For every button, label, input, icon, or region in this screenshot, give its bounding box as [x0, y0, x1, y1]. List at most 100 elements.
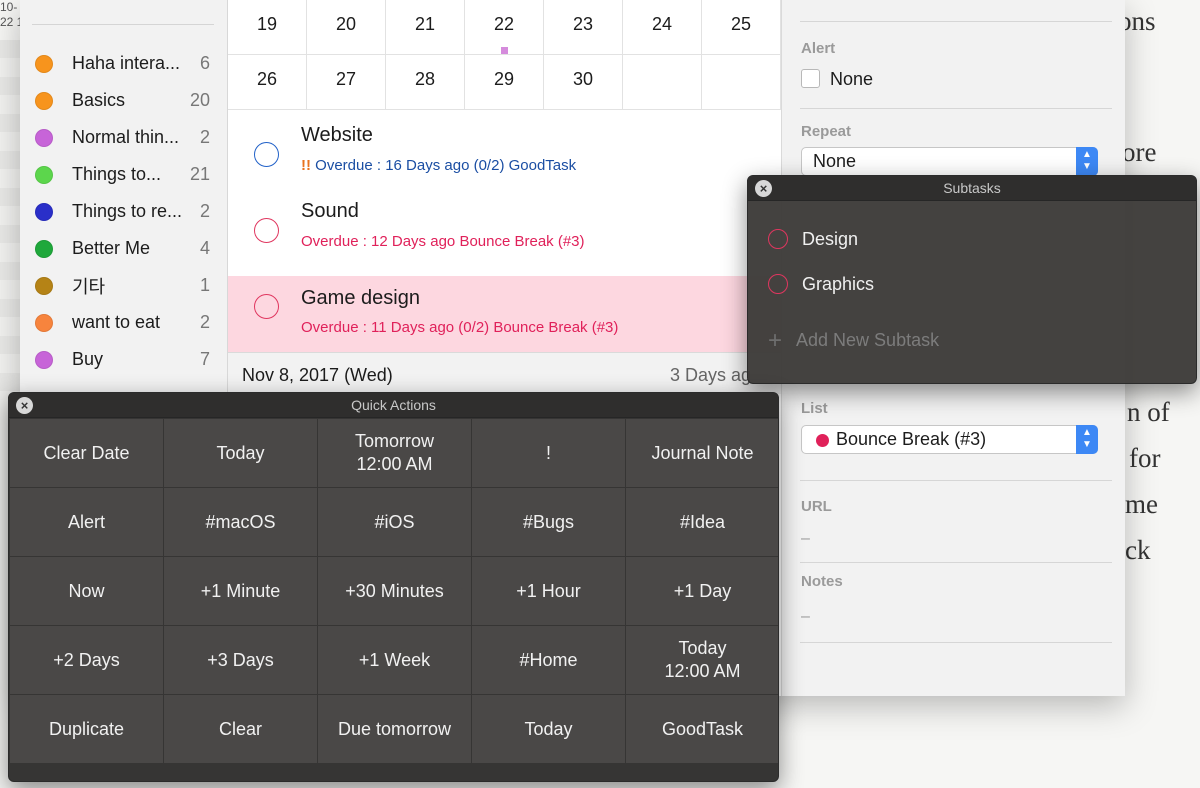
sidebar-item-label: Haha intera... [72, 53, 181, 73]
calendar-day[interactable]: 19 [228, 0, 307, 55]
quick-action-button[interactable]: +2 Days [10, 626, 163, 694]
calendar-day[interactable]: 23 [544, 0, 623, 55]
quick-action-button[interactable]: +30 Minutes [318, 557, 471, 625]
calendar-day[interactable]: 21 [386, 0, 465, 55]
background-text: ore [1122, 137, 1157, 167]
close-icon[interactable]: × [755, 180, 772, 197]
quick-action-button[interactable]: Now [10, 557, 163, 625]
sidebar-item[interactable]: 기타 1 [20, 267, 228, 304]
quick-action-button[interactable]: ! [472, 419, 625, 487]
sidebar-item[interactable]: Better Me 4 [20, 230, 228, 267]
sidebar-item[interactable]: Basics 20 [20, 82, 228, 119]
calendar-day[interactable]: 28 [386, 55, 465, 110]
quick-action-button[interactable]: Today [472, 695, 625, 763]
task-due-text: Overdue : 12 Days ago [301, 233, 456, 250]
calendar-day[interactable] [702, 55, 781, 110]
repeat-select[interactable]: None ▲ ▼ [801, 147, 1098, 176]
calendar-day[interactable]: 27 [307, 55, 386, 110]
alert-checkbox[interactable] [801, 69, 820, 88]
sidebar: Haha intera... 6 Basics 20 Normal thin... 2 Th… [20, 0, 228, 400]
background-text: me [1125, 489, 1158, 519]
list-color-dot [816, 434, 829, 447]
task-due-text: Overdue : 11 Days ago (0/2) [301, 319, 490, 336]
quick-action-button[interactable]: #macOS [164, 488, 317, 556]
quick-action-button[interactable]: +1 Minute [164, 557, 317, 625]
add-subtask-field[interactable]: + Add New Subtask [768, 328, 940, 352]
sidebar-item-label: want to eat [72, 312, 161, 332]
quick-action-button[interactable]: #Idea [626, 488, 778, 556]
quick-action-button[interactable]: Clear [164, 695, 317, 763]
quick-action-button[interactable]: #Bugs [472, 488, 625, 556]
task-meta: Overdue : 12 Days ago Bounce Break (#3) [301, 233, 585, 250]
task-complete-checkbox[interactable] [254, 218, 279, 243]
sidebar-item-label: Better Me [72, 238, 151, 258]
close-icon[interactable]: × [16, 397, 33, 414]
list-select[interactable]: Bounce Break (#3) ▲ ▼ [801, 425, 1098, 454]
url-label: URL [801, 498, 832, 515]
calendar-day[interactable]: 20 [307, 0, 386, 55]
quick-action-button[interactable]: Clear Date [10, 419, 163, 487]
quick-action-button[interactable]: +1 Hour [472, 557, 625, 625]
quick-action-button[interactable]: #Home [472, 626, 625, 694]
subtask-checkbox[interactable] [768, 229, 788, 249]
task-complete-checkbox[interactable] [254, 294, 279, 319]
quick-action-button[interactable]: Due tomorrow [318, 695, 471, 763]
task-due-text: Overdue : 16 Days ago (0/2) [315, 157, 505, 174]
notes-label: Notes [801, 573, 843, 590]
quick-action-button[interactable]: Tomorrow 12:00 AM [318, 419, 471, 487]
task-list-name: Bounce Break (#3) [459, 233, 585, 250]
detail-divider [800, 108, 1112, 109]
sidebar-item[interactable]: Buy 7 [20, 341, 228, 378]
calendar-day[interactable]: 25 [702, 0, 781, 55]
sidebar-item-count: 2 [199, 127, 210, 147]
quick-actions-panel: Quick Actions × Clear Date Today Tomorrow … [8, 392, 779, 782]
repeat-select-value: None [813, 151, 857, 171]
quick-action-button[interactable]: Duplicate [10, 695, 163, 763]
quick-action-button[interactable]: +3 Days [164, 626, 317, 694]
background-text: n of [1127, 397, 1170, 427]
task-row-selected[interactable]: Game design Overdue : 11 Days ago (0/2) … [228, 276, 781, 352]
subtask-label: Graphics [802, 273, 875, 294]
notes-value[interactable]: – [801, 608, 810, 626]
subtask-label: Design [802, 228, 859, 249]
quick-action-button[interactable]: Today 12:00 AM [626, 626, 778, 694]
add-subtask-placeholder: Add New Subtask [796, 330, 940, 350]
alert-value: None [830, 69, 874, 89]
sidebar-item[interactable]: Normal thin... 2 [20, 119, 228, 156]
calendar-day[interactable]: 24 [623, 0, 702, 55]
quick-action-button[interactable]: #iOS [318, 488, 471, 556]
subtasks-title: Subtasks [943, 180, 1001, 196]
quick-action-button[interactable]: Today [164, 419, 317, 487]
sidebar-item[interactable]: Things to... 21 [20, 156, 228, 193]
subtask-item[interactable]: Graphics [768, 271, 874, 297]
quick-action-button[interactable]: Journal Note [626, 419, 778, 487]
background-stripes [0, 40, 20, 400]
task-row[interactable]: Website !! Overdue : 16 Days ago (0/2) G… [228, 110, 781, 186]
subtask-item[interactable]: Design [768, 226, 858, 252]
quick-action-button[interactable]: +1 Day [626, 557, 778, 625]
sidebar-item-count: 21 [189, 164, 210, 184]
list-color-dot [35, 350, 53, 369]
sidebar-item[interactable]: Haha intera... 6 [20, 45, 228, 82]
list-select-value: Bounce Break (#3) [836, 429, 987, 449]
task-meta: Overdue : 11 Days ago (0/2) Bounce Break… [301, 319, 618, 336]
list-color-dot [35, 91, 53, 110]
list-color-dot [35, 313, 53, 332]
calendar-day[interactable]: 26 [228, 55, 307, 110]
calendar-day[interactable] [623, 55, 702, 110]
task-complete-checkbox[interactable] [254, 142, 279, 167]
quick-action-button[interactable]: GoodTask [626, 695, 778, 763]
background-text: ck [1125, 535, 1151, 565]
quick-action-button[interactable]: Alert [10, 488, 163, 556]
list-color-dot [35, 165, 53, 184]
sidebar-item[interactable]: Things to re... 2 [20, 193, 228, 230]
task-row[interactable]: Sound Overdue : 12 Days ago Bounce Break… [228, 186, 781, 262]
calendar-month: 19 20 21 22 23 24 25 26 27 28 29 30 [228, 0, 781, 110]
detail-divider [800, 642, 1112, 643]
quick-action-button[interactable]: +1 Week [318, 626, 471, 694]
sidebar-item[interactable]: want to eat 2 [20, 304, 228, 341]
subtask-checkbox[interactable] [768, 274, 788, 294]
url-value[interactable]: – [801, 530, 810, 548]
calendar-day[interactable]: 30 [544, 55, 623, 110]
calendar-day[interactable]: 29 [465, 55, 544, 110]
